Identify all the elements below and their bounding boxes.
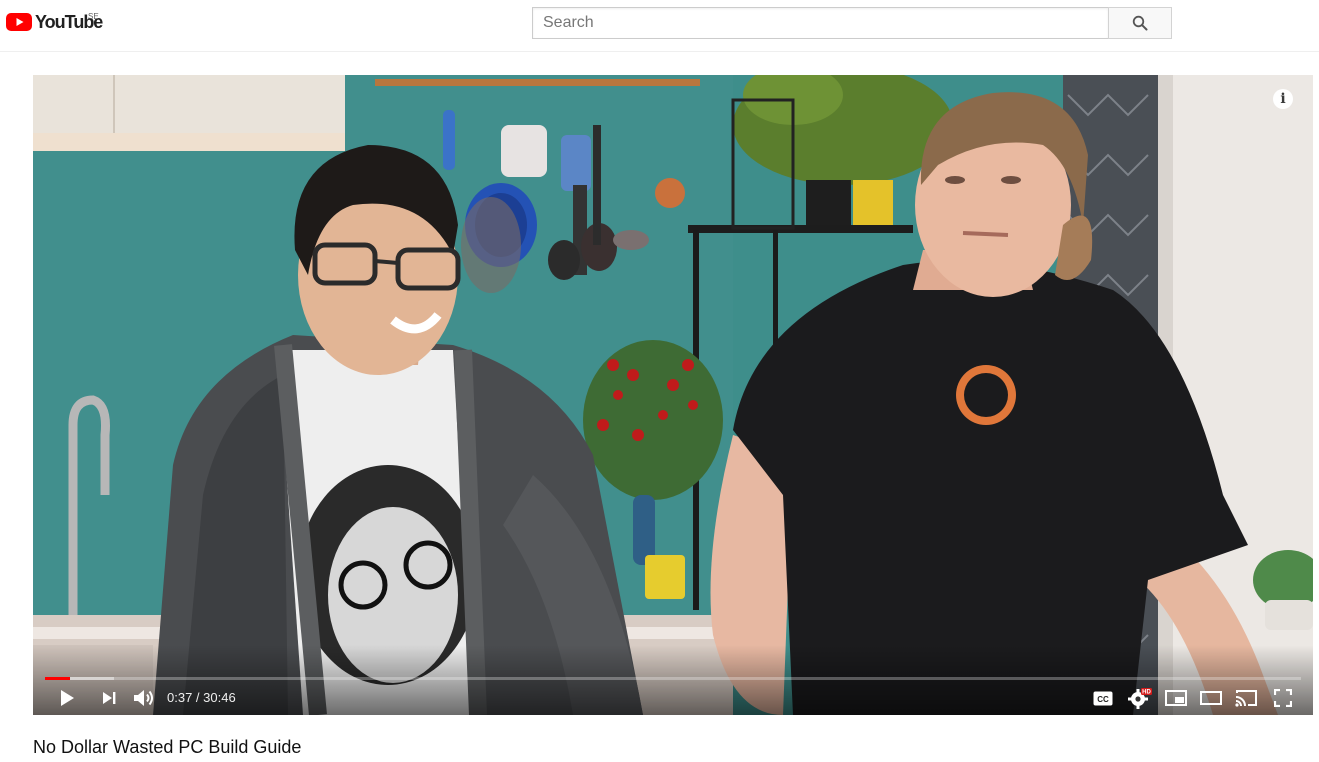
video-frame (33, 75, 1313, 715)
play-button[interactable] (53, 683, 81, 713)
miniplayer-icon (1165, 690, 1187, 706)
theater-mode-button[interactable] (1198, 683, 1224, 713)
player-controls: 0:37 / 30:46 CC HD (33, 683, 1313, 713)
search-button[interactable] (1108, 7, 1172, 39)
next-button[interactable] (95, 683, 123, 713)
current-time: 0:37 (167, 690, 193, 705)
captions-button[interactable]: CC (1090, 683, 1116, 713)
next-icon (103, 692, 116, 704)
masthead: YouTube SE (0, 0, 1319, 52)
fullscreen-icon (1274, 689, 1292, 707)
cast-button[interactable] (1232, 683, 1260, 713)
settings-icon: HD (1128, 688, 1152, 709)
svg-text:CC: CC (1097, 695, 1109, 704)
search-form (532, 7, 1172, 39)
progress-played (45, 677, 71, 680)
volume-icon (134, 690, 153, 706)
miniplayer-button[interactable] (1163, 683, 1189, 713)
search-input[interactable] (532, 7, 1108, 39)
youtube-play-logo-icon (6, 13, 32, 31)
cast-icon (1235, 690, 1257, 707)
captions-icon: CC (1093, 691, 1113, 705)
search-icon (1132, 15, 1148, 31)
country-code: SE (88, 12, 99, 21)
info-icon[interactable]: i (1273, 89, 1293, 109)
progress-bar[interactable] (45, 677, 1301, 680)
theater-mode-icon (1200, 691, 1222, 705)
hd-badge: HD (1142, 690, 1151, 696)
play-icon (61, 690, 74, 706)
video-title: No Dollar Wasted PC Build Guide (33, 737, 302, 757)
fullscreen-button[interactable] (1270, 683, 1296, 713)
time-separator: / (192, 690, 204, 705)
mute-button[interactable] (131, 683, 157, 713)
settings-button[interactable]: HD (1125, 683, 1155, 713)
duration: 30:46 (203, 690, 236, 705)
time-display: 0:37 / 30:46 (167, 683, 236, 713)
video-player[interactable]: i 0:37 / 30:46 CC HD (33, 75, 1313, 715)
